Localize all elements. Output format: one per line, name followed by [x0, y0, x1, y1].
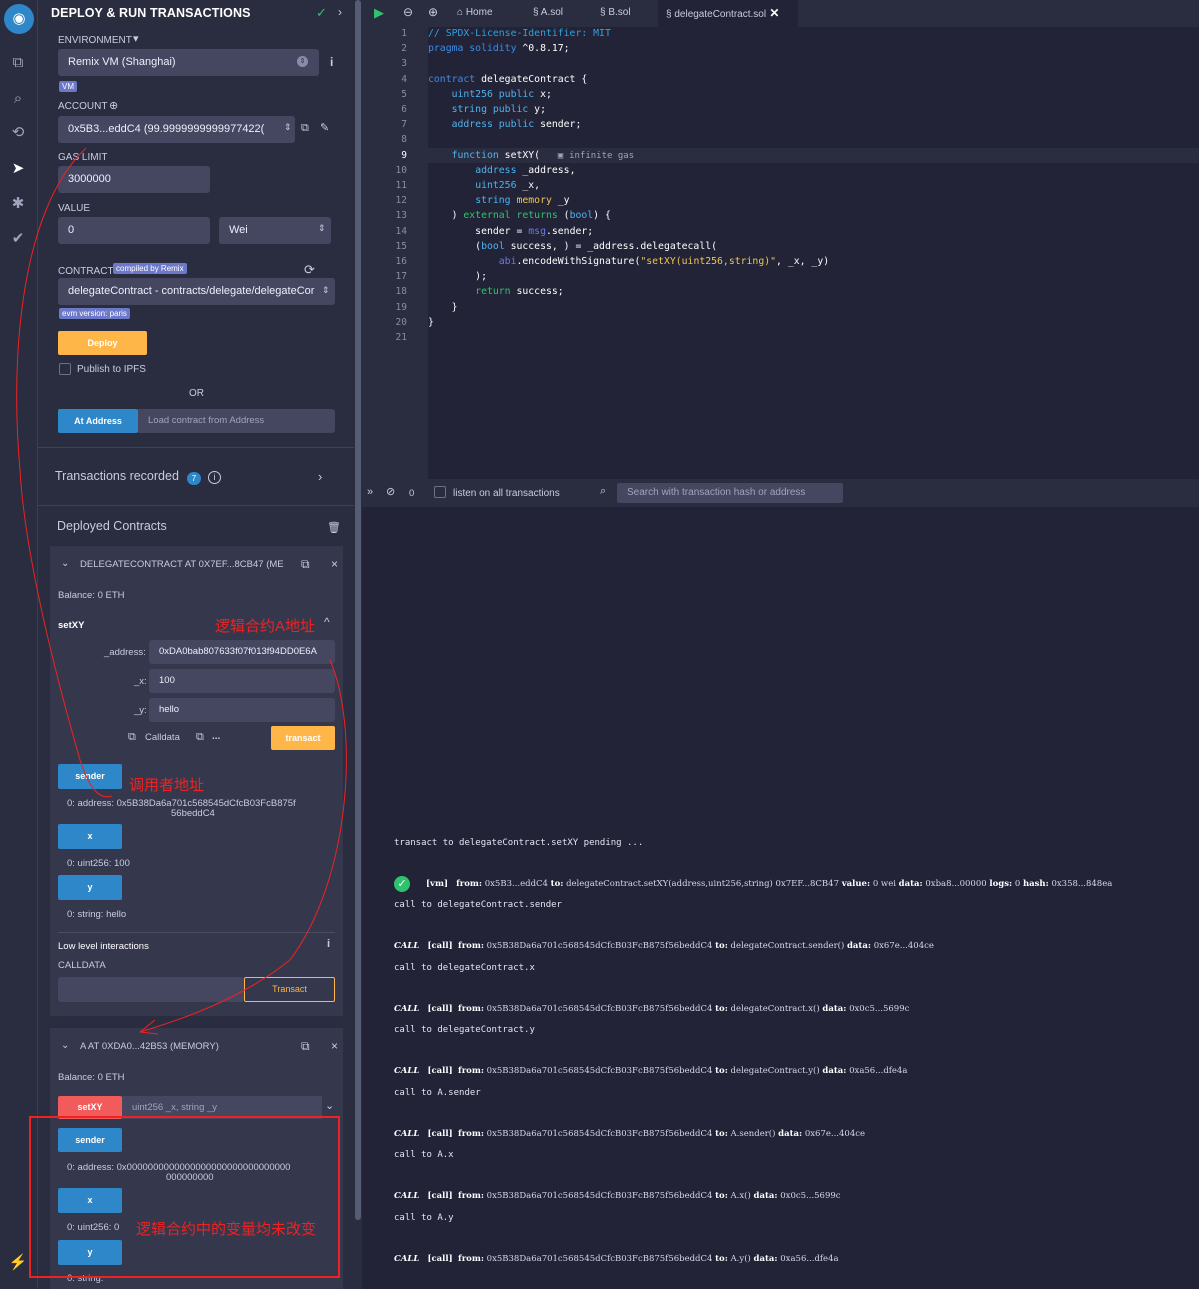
annotation-arrows — [16, 147, 347, 1035]
